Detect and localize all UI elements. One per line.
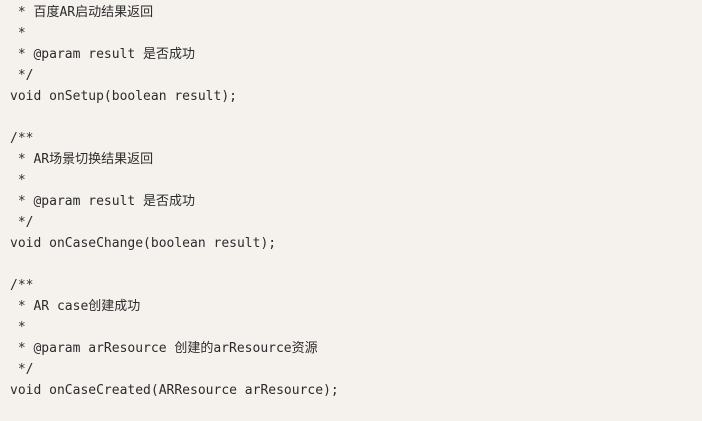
code-line: /** — [10, 131, 34, 146]
code-line: void onCaseChange(boolean result); — [10, 236, 277, 251]
code-line: * AR case创建成功 — [10, 299, 141, 314]
code-line: * @param arResource 创建的arResource资源 — [10, 341, 318, 356]
code-line: */ — [10, 68, 34, 83]
code-line: void onCaseCreated(ARResource arResource… — [10, 383, 339, 398]
code-line: */ — [10, 215, 34, 230]
code-line: * @param result 是否成功 — [10, 47, 196, 62]
code-line: * — [10, 173, 26, 188]
code-line: void onSetup(boolean result); — [10, 89, 237, 104]
code-line: * — [10, 26, 26, 41]
code-line: */ — [10, 362, 34, 377]
code-line: * — [10, 320, 26, 335]
code-line: /** — [10, 278, 34, 293]
code-line: * @param result 是否成功 — [10, 194, 196, 209]
code-block: * 百度AR启动结果返回 * * @param result 是否成功 */ v… — [0, 0, 702, 421]
code-line: * AR场景切换结果返回 — [10, 152, 154, 167]
code-line: * 百度AR启动结果返回 — [10, 5, 154, 20]
